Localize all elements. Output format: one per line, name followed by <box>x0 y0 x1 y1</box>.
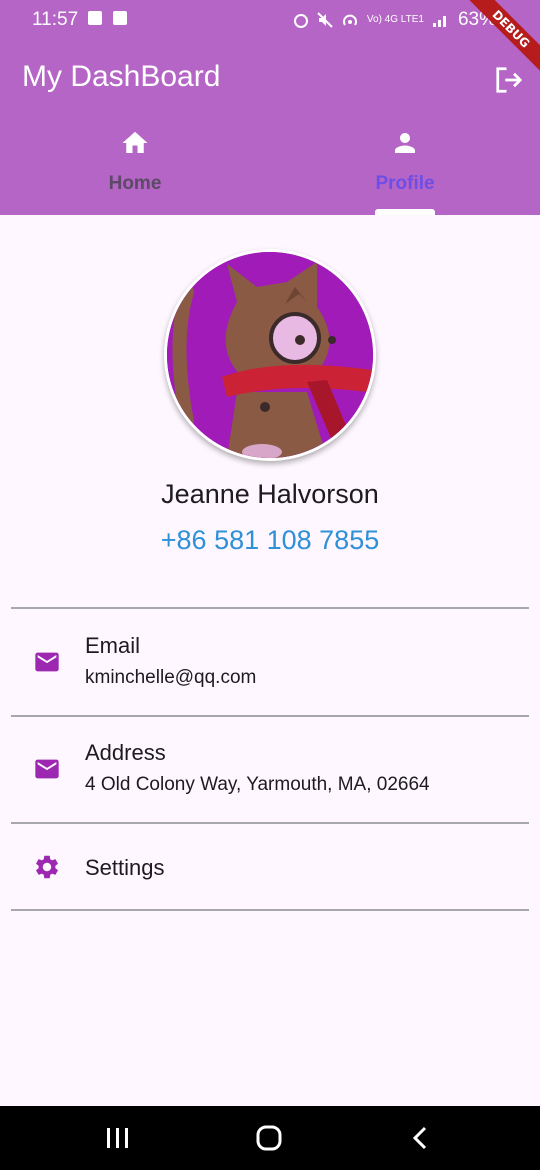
list-item-email[interactable]: Email kminchelle@qq.com <box>0 609 540 715</box>
tab-profile[interactable]: Profile <box>270 124 540 215</box>
logout-icon[interactable] <box>494 65 524 95</box>
app-bar: 11:57 Vo) 4G LTE1 63% DEBUG My DashBoard… <box>0 0 540 215</box>
tab-home[interactable]: Home <box>0 124 270 215</box>
divider <box>11 909 529 911</box>
status-right: Vo) 4G LTE1 63% <box>293 9 496 31</box>
signal-icon <box>432 16 446 27</box>
address-label: Address <box>85 740 166 765</box>
tab-indicator <box>375 209 435 215</box>
list-item-address[interactable]: Address 4 Old Colony Way, Yarmouth, MA, … <box>0 717 540 823</box>
cat-avatar <box>167 252 373 458</box>
status-time: 11:57 <box>32 9 79 30</box>
home-icon <box>122 131 148 153</box>
gallery-icon <box>88 11 102 25</box>
back-icon[interactable] <box>405 1124 435 1152</box>
mute-icon <box>317 12 333 28</box>
system-nav-bar <box>0 1106 540 1170</box>
status-bar: 11:57 Vo) 4G LTE1 63% <box>0 0 540 42</box>
tab-profile-label: Profile <box>375 173 435 194</box>
mail-icon <box>35 652 59 672</box>
hotspot-icon <box>342 14 357 26</box>
email-value: kminchelle@qq.com <box>85 667 257 688</box>
alarm-icon <box>293 14 308 28</box>
profile-phone[interactable]: +86 581 108 7855 <box>0 525 540 556</box>
gear-icon <box>36 855 58 879</box>
page-title: My DashBoard <box>22 60 221 93</box>
settings-label: Settings <box>85 855 165 880</box>
address-value: 4 Old Colony Way, Yarmouth, MA, 02664 <box>85 774 430 795</box>
email-label: Email <box>85 633 141 658</box>
profile-avatar <box>164 249 376 461</box>
tab-home-label: Home <box>108 173 162 194</box>
check-icon <box>113 11 127 25</box>
mail-icon <box>35 759 59 779</box>
recent-apps-icon[interactable] <box>103 1124 133 1152</box>
list-item-settings[interactable]: Settings <box>0 824 540 909</box>
profile-name: Jeanne Halvorson <box>161 479 379 509</box>
person-icon <box>395 133 415 153</box>
network-label: Vo) 4G LTE1 <box>366 14 424 25</box>
home-circle-icon[interactable] <box>254 1124 284 1152</box>
